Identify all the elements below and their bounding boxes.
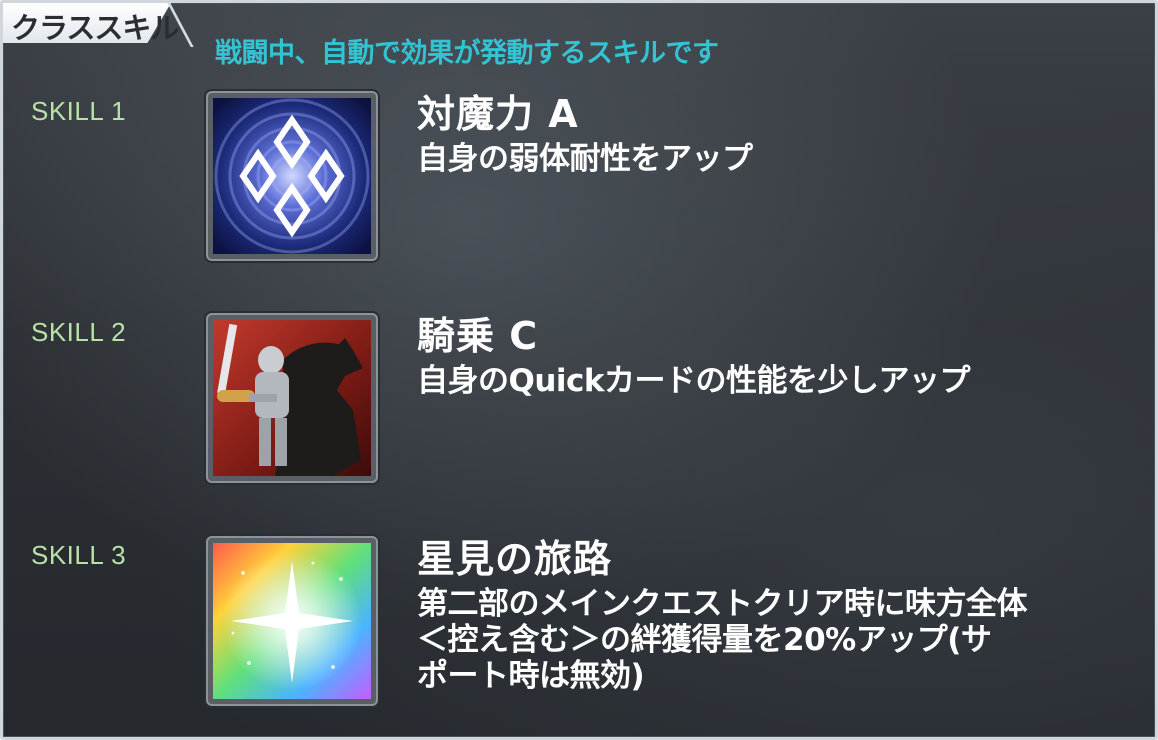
starlight-journey-icon xyxy=(213,543,371,699)
skill-2-label: SKILL 2 xyxy=(31,317,127,347)
panel-subtitle: 戦闘中、自動で効果が発動するスキルです xyxy=(215,38,719,69)
skill-3-icon-button[interactable] xyxy=(206,536,378,706)
anti-magic-icon xyxy=(213,98,371,254)
riding-knight-icon xyxy=(213,320,371,476)
skill-2-name: 騎乗 C xyxy=(417,314,539,358)
skill-1-label: SKILL 1 xyxy=(31,96,127,126)
skill-3-label: SKILL 3 xyxy=(31,540,127,570)
skill-1-description: 自身の弱体耐性をアップ xyxy=(417,141,753,177)
header-tab: クラススキル xyxy=(3,3,194,47)
skill-2-description: 自身のQuickカードの性能を少しアップ xyxy=(417,363,971,399)
skill-1-name: 対魔力 A xyxy=(417,92,579,136)
skill-3-description: 第二部のメインクエストクリア時に味方全体 ＜控え含む＞の絆獲得量を20%アップ(… xyxy=(417,586,1028,694)
skill-1-icon-button[interactable] xyxy=(206,91,378,261)
skill-2-icon-button[interactable] xyxy=(206,313,378,483)
class-skill-panel: クラススキル 戦闘中、自動で効果が発動するスキルです SKILL 1 対魔力 A… xyxy=(0,0,1158,740)
skill-3-name: 星見の旅路 xyxy=(417,537,613,581)
header-title: クラススキル xyxy=(11,11,179,45)
